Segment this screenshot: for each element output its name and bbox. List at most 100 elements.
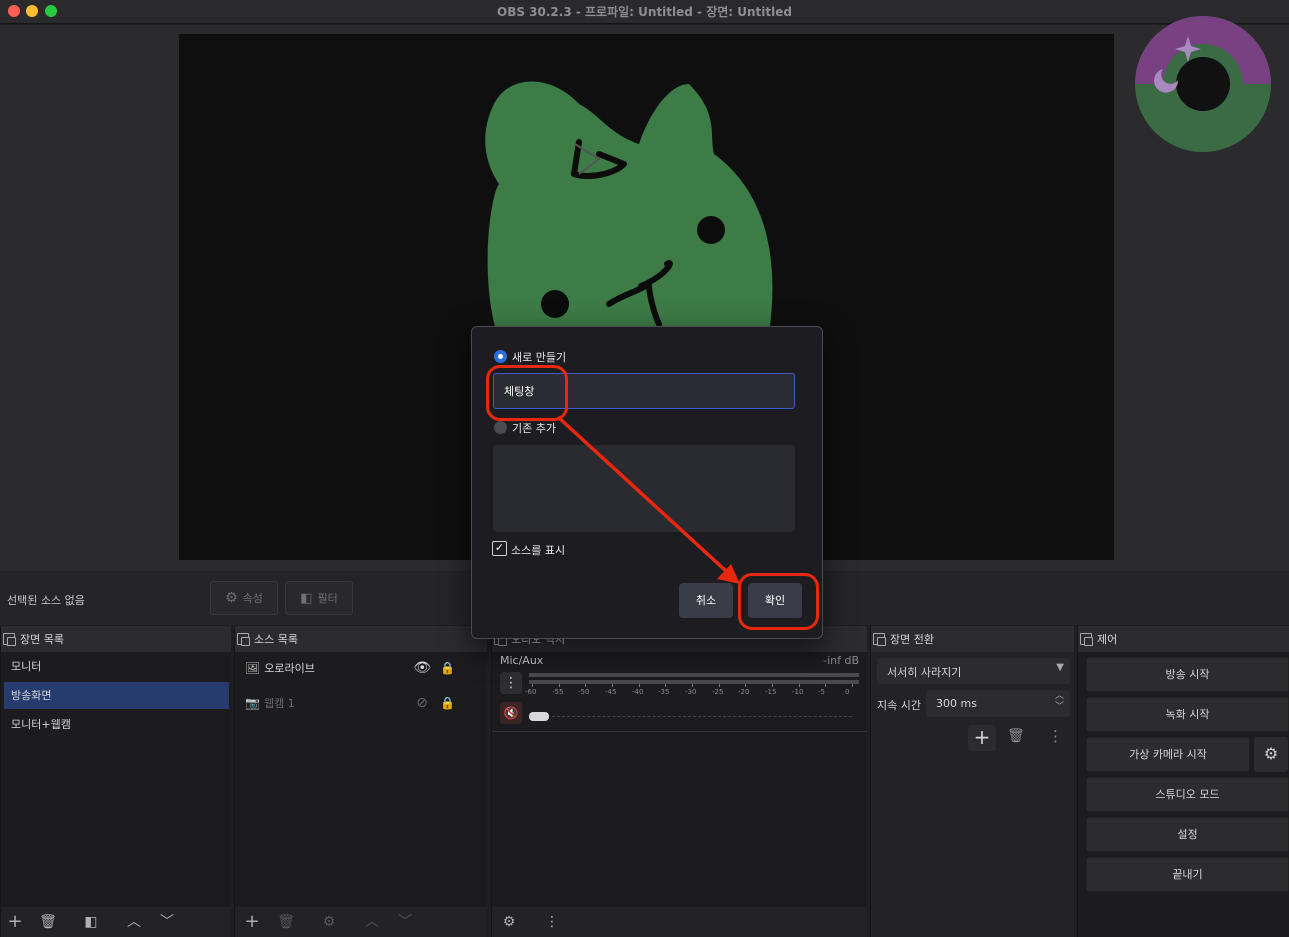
properties-label: 속성 — [242, 592, 263, 605]
scenes-list[interactable]: 모니터 방송화면 모니터+웹캠 — [1, 652, 231, 907]
meter-tick-mark — [612, 684, 613, 687]
gear-icon: ⚙ — [225, 590, 238, 606]
duration-spinbox[interactable]: 300 ms ︿ ﹀ — [926, 690, 1070, 717]
transition-select[interactable]: 서서히 사라지기 ▼ — [877, 658, 1070, 684]
meter-tick-label: -35 — [658, 688, 670, 696]
meter-tick-label: -40 — [632, 688, 644, 696]
lock-icon[interactable]: 🔒 — [440, 696, 455, 710]
mixer-channel: Mic/Aux -inf dB ⋮ -60 -55 -50 -45 -40 -35 -30-… — [492, 652, 867, 732]
add-source-dialog: 새로 만들기 기존 추가 ✓ 소스를 표시 취소 확인 — [471, 326, 823, 639]
scene-item-broadcast[interactable]: 방송화면 — [4, 682, 229, 709]
sources-dock-title: 소스 목록 — [254, 633, 298, 646]
meter-tick-mark — [852, 684, 853, 687]
controls-dock-title: 제어 — [1097, 633, 1118, 646]
meter-tick-label: -50 — [578, 688, 590, 696]
trash-icon[interactable]: 🗑 — [1007, 728, 1025, 744]
chevron-up-icon[interactable]: ︿ — [361, 911, 383, 933]
transitions-dock-header[interactable]: 장면 전환 — [871, 626, 1074, 652]
meter-tick-mark — [799, 684, 800, 687]
settings-button[interactable]: 설정 — [1086, 817, 1289, 852]
meter-ticks: -60 -55 -50 -45 -40 -35 -30 -25 -20 -15 -10 -5 0 — [525, 680, 859, 696]
sources-list[interactable]: 🖼 오로라이브 👁 🔒 📷 웹캠 1 ⊘ 🔒 — [235, 652, 487, 907]
gear-icon[interactable]: ⚙ — [318, 911, 340, 933]
more-options-icon[interactable]: ⋮ — [500, 672, 522, 694]
more-options-icon[interactable]: ⋮ — [1048, 727, 1063, 745]
sources-dock: 소스 목록 🖼 오로라이브 👁 🔒 📷 웹캠 1 ⊘ 🔒 + 🗑 ⚙ ︿ ﹀ — [234, 626, 487, 937]
add-scene-button[interactable]: + — [4, 911, 26, 933]
volume-slider-track[interactable] — [552, 716, 852, 717]
controls-dock-header[interactable]: 제어 — [1078, 626, 1289, 652]
audio-toolbar: ⚙ ⋮ — [492, 907, 867, 937]
chevron-up-icon[interactable]: ︿ — [123, 911, 145, 933]
scenes-toolbar: + 🗑 ◧ ︿ ﹀ — [1, 907, 231, 937]
volume-slider-handle[interactable] — [529, 712, 549, 721]
dock-float-icon[interactable] — [3, 633, 16, 646]
exit-button[interactable]: 끝내기 — [1086, 857, 1289, 892]
properties-button[interactable]: ⚙ 속성 — [210, 581, 278, 615]
start-streaming-button[interactable]: 방송 시작 — [1086, 657, 1289, 692]
dock-float-icon[interactable] — [1080, 633, 1093, 646]
filter-icon: ◧ — [300, 590, 313, 606]
filters-label: 필터 — [317, 592, 338, 605]
source-item-webcam[interactable]: 📷 웹캠 1 ⊘ 🔒 — [245, 691, 465, 715]
meter-tick-mark — [585, 684, 586, 687]
source-label: 웹캠 1 — [263, 697, 295, 710]
add-transition-button[interactable]: + — [968, 725, 996, 751]
meter-tick-mark — [719, 684, 720, 687]
muted-speaker-icon[interactable]: 🔇 — [500, 702, 522, 724]
source-item-image[interactable]: 🖼 오로라이브 👁 🔒 — [245, 656, 465, 680]
spin-arrows-icon[interactable]: ︿ ﹀ — [1055, 691, 1064, 713]
sources-toolbar: + 🗑 ⚙ ︿ ﹀ — [235, 907, 487, 937]
scene-item-monitor[interactable]: 모니터 — [4, 653, 229, 680]
channel-level: -inf dB — [823, 654, 859, 667]
controls-dock: 제어 방송 시작 녹화 시작 가상 카메라 시작 ⚙ 스튜디오 모드 설정 끝내… — [1077, 626, 1289, 937]
annotation-arrow — [556, 415, 740, 584]
duration-label: 지속 시간 — [877, 699, 921, 712]
more-options-icon[interactable]: ⋮ — [541, 911, 563, 933]
chevron-down-icon[interactable]: ﹀ — [156, 911, 178, 933]
trash-icon[interactable]: 🗑 — [275, 911, 297, 933]
sources-dock-header[interactable]: 소스 목록 — [235, 626, 487, 652]
chevron-down-icon[interactable]: ﹀ — [394, 911, 416, 933]
gear-icon[interactable]: ⚙ — [498, 911, 520, 933]
meter-tick-mark — [825, 684, 826, 687]
channel-name: Mic/Aux — [500, 654, 544, 667]
studio-mode-button[interactable]: 스튜디오 모드 — [1086, 777, 1289, 812]
audio-mixer-body: Mic/Aux -inf dB ⋮ -60 -55 -50 -45 -40 -35 -30-… — [492, 652, 867, 907]
scenes-dock-title: 장면 목록 — [20, 633, 64, 646]
eye-icon[interactable]: 👁 — [408, 660, 436, 676]
dropdown-arrow-icon: ▼ — [1056, 662, 1064, 673]
lock-icon[interactable]: 🔒 — [440, 661, 455, 675]
window-title: OBS 30.2.3 - 프로파일: Untitled - 장면: Untitl… — [497, 5, 792, 19]
duration-value: 300 ms — [936, 697, 977, 710]
meter-tick-mark — [532, 684, 533, 687]
scenes-dock-header[interactable]: 장면 목록 — [1, 626, 231, 652]
add-source-button[interactable]: + — [241, 911, 263, 933]
meter-tick-label: 0 — [845, 688, 850, 696]
dock-float-icon[interactable] — [873, 633, 886, 646]
start-virtual-camera-button[interactable]: 가상 카메라 시작 — [1086, 737, 1250, 772]
meter-tick-mark — [745, 684, 746, 687]
app-logo — [1135, 16, 1271, 152]
scene-item-monitor-webcam[interactable]: 모니터+웹캠 — [4, 711, 229, 738]
meter-tick-mark — [559, 684, 560, 687]
transitions-body: 서서히 사라지기 ▼ 지속 시간 300 ms ︿ ﹀ + 🗑 ⋮ — [871, 652, 1074, 907]
audio-mixer-dock: 오디오 믹서 Mic/Aux -inf dB ⋮ -60 -55 -50 -45 -40… — [491, 626, 867, 937]
transition-value: 서서히 사라지기 — [887, 666, 962, 679]
scenes-dock: 장면 목록 모니터 방송화면 모니터+웹캠 + 🗑 ◧ ︿ ﹀ — [0, 626, 231, 937]
eye-hidden-icon[interactable]: ⊘ — [408, 695, 436, 711]
camera-icon: 📷 — [245, 696, 260, 710]
meter-tick-mark — [665, 684, 666, 687]
image-icon: 🖼 — [245, 661, 261, 675]
scene-filter-icon[interactable]: ◧ — [80, 911, 102, 933]
meter-tick-label: -10 — [792, 688, 804, 696]
start-recording-button[interactable]: 녹화 시작 — [1086, 697, 1289, 732]
filters-button[interactable]: ◧ 필터 — [285, 581, 353, 615]
meter-tick-label: -55 — [552, 688, 564, 696]
meter-tick-label: -5 — [818, 688, 825, 696]
level-meter — [529, 673, 859, 677]
gear-icon[interactable]: ⚙ — [1254, 737, 1288, 772]
trash-icon[interactable]: 🗑 — [37, 911, 59, 933]
dock-float-icon[interactable] — [237, 633, 250, 646]
meter-tick-label: -60 — [525, 688, 537, 696]
